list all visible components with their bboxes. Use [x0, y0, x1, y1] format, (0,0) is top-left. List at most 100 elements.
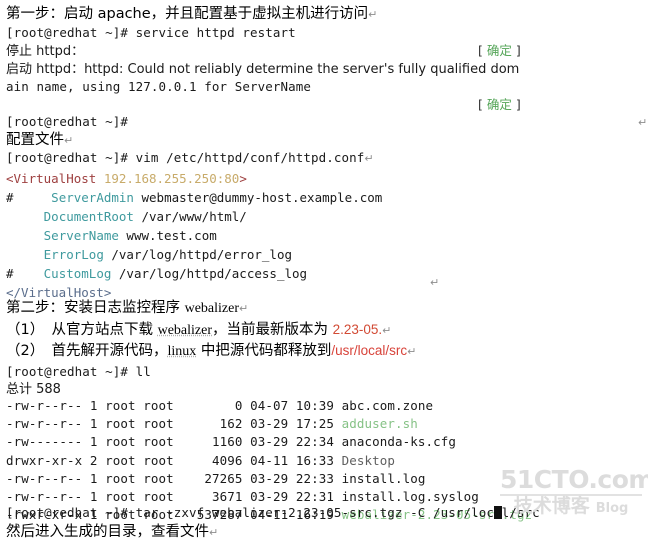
- file-link-count: 1: [82, 489, 98, 504]
- file-time: 17:25: [288, 416, 334, 432]
- table-row: drwxr-xr-x 2 root root 4096 04-11 16:33 …: [6, 452, 395, 468]
- vim-directive: DocumentRoot: [43, 209, 134, 224]
- file-name: install.log: [333, 470, 426, 486]
- file-owner: root: [97, 434, 136, 450]
- vim-value: www.test.com: [118, 228, 217, 243]
- file-owner: root: [97, 416, 136, 432]
- vim-comment-hash: [6, 228, 14, 243]
- file-group: root: [135, 434, 174, 450]
- bracket-close: ]: [511, 97, 521, 112]
- list-item-2-term: linux: [167, 344, 197, 359]
- terminal-prompt-bare: [root@redhat ~]#: [6, 114, 129, 129]
- vim-comment-hash: #: [6, 190, 14, 205]
- file-name: anaconda-ks.cfg: [333, 434, 456, 450]
- file-time: 22:34: [288, 434, 334, 450]
- file-link-count: 1: [82, 434, 98, 450]
- vim-directive: CustomLog: [43, 266, 112, 281]
- vim-tag-close: </VirtualHost>: [6, 285, 112, 300]
- file-size: 0: [173, 398, 243, 413]
- bracket-open: [: [478, 97, 487, 112]
- file-owner: root: [97, 452, 136, 468]
- file-name: Desktop: [333, 452, 395, 468]
- list-item-2-middle: 中把源代码都释放到: [196, 343, 332, 359]
- watermark-site: 51CTO.com: [500, 465, 648, 494]
- vim-line-virtualhost-open: <VirtualHost 192.168.255.250:80>: [6, 171, 247, 186]
- file-date: 03-29: [242, 470, 289, 486]
- vim-line-servername: ServerName www.test.com: [6, 228, 217, 243]
- list-item-1: （1） 从官方站点下载 webalizer，当前最新版本为 2.23-05.↵: [6, 323, 391, 338]
- vim-comment-hash: #: [6, 266, 14, 281]
- vim-tag-open-tail: >: [239, 171, 247, 186]
- terminal-line-start-httpd-wrap: ain name, using 127.0.0.1 for ServerName: [6, 79, 312, 94]
- watermark-divider: [500, 494, 642, 496]
- vim-comment-hash: [6, 209, 14, 224]
- status-badge-label: 确定: [486, 43, 512, 58]
- vim-value: /var/log/httpd/error_log: [103, 247, 293, 262]
- vim-indent: [14, 266, 44, 281]
- list-item-2-path: /usr/local/src: [331, 343, 408, 358]
- list-item-2: （2） 首先解开源代码，linux 中把源代码都释放到/usr/local/sr…: [6, 344, 416, 359]
- file-name: install.log.syslog: [333, 489, 479, 504]
- list-item-1-prefix: （1） 从官方站点下载: [6, 322, 158, 338]
- return-mark-icon: ↵: [64, 134, 74, 147]
- return-mark-icon: ↵: [368, 8, 378, 21]
- return-mark-icon: ↵: [430, 276, 440, 289]
- heading-step-1: 第一步：启动 apache，并且配置基于虚拟主机进行访问↵: [6, 7, 377, 22]
- file-size: 1160: [173, 434, 243, 450]
- return-mark-icon: ↵: [407, 345, 417, 358]
- vim-line-virtualhost-close: </VirtualHost>: [6, 285, 112, 300]
- vim-indent: [14, 247, 44, 262]
- heading-step-2-prefix: 第二步：安装日志监控程序: [6, 300, 185, 316]
- table-row: -rw-r--r-- 1 root root 3671 03-29 22:31 …: [6, 489, 479, 504]
- file-time: 22:33: [288, 470, 334, 486]
- file-group: root: [135, 470, 174, 486]
- file-date: 04-11: [242, 452, 289, 468]
- vim-directive: ServerAdmin: [51, 190, 134, 205]
- file-group: root: [135, 452, 174, 468]
- vim-address: 192.168.255.250:80: [103, 171, 240, 186]
- file-time: 22:31: [288, 489, 334, 504]
- return-mark-icon: ↵: [364, 152, 374, 165]
- terminal-line-stop-httpd: 停止 httpd：: [6, 44, 85, 59]
- file-date: 03-29: [242, 489, 289, 504]
- return-mark-icon: ↵: [209, 526, 219, 539]
- file-name: adduser.sh: [333, 416, 418, 432]
- file-size: 3671: [173, 489, 243, 504]
- list-item-2-prefix: （2） 首先解开源代码，: [6, 343, 168, 359]
- label-config-file-text: 配置文件: [6, 132, 64, 148]
- vim-tag-open: <VirtualHost: [6, 171, 104, 186]
- terminal-command-tar: [root@redhat ~]# tar -zxvf webalizer-2.2…: [6, 505, 540, 520]
- terminal-command-vim-text: [root@redhat ~]# vim /etc/httpd/conf/htt…: [6, 150, 365, 165]
- vim-line-serveradmin: # ServerAdmin webmaster@dummy-host.examp…: [6, 190, 383, 205]
- status-badge-ok-stop: [ 确定 ]: [478, 43, 521, 58]
- list-item-1-version: 2.23-05.: [332, 322, 383, 337]
- terminal-command-service-restart: [root@redhat ~]# service httpd restart: [6, 25, 296, 40]
- file-group: root: [135, 489, 174, 504]
- file-link-count: 1: [82, 398, 98, 413]
- vim-indent: [14, 228, 44, 243]
- file-date: 03-29: [242, 416, 289, 432]
- file-size: 27265: [173, 470, 243, 486]
- vim-line-documentroot: DocumentRoot /var/www/html/: [6, 209, 247, 224]
- terminal-command-vim-httpd-conf: [root@redhat ~]# vim /etc/httpd/conf/htt…: [6, 150, 374, 165]
- vim-line-customlog: # CustomLog /var/log/httpd/access_log: [6, 266, 308, 281]
- file-owner: root: [97, 489, 136, 504]
- file-name: abc.com.zone: [333, 398, 434, 413]
- return-mark-icon: ↵: [239, 302, 249, 315]
- heading-step-1-text: 第一步：启动 apache，并且配置基于虚拟主机进行访问: [6, 6, 369, 22]
- list-item-1-term: webalizer: [157, 323, 213, 338]
- vim-value: webmaster@dummy-host.example.com: [133, 190, 383, 205]
- file-group: root: [135, 398, 174, 413]
- closing-line-text: 然后进入生成的目录，查看文件: [6, 524, 209, 540]
- file-link-count: 2: [82, 452, 98, 468]
- list-item-1-middle: ，当前最新版本为: [212, 322, 333, 338]
- status-badge-ok-start: [ 确定 ]: [478, 97, 521, 112]
- label-config-file: 配置文件↵: [6, 133, 73, 148]
- table-row: -rw-r--r-- 1 root root 27265 03-29 22:33…: [6, 470, 426, 486]
- vim-value: /var/log/httpd/access_log: [111, 266, 308, 281]
- file-owner: root: [97, 398, 136, 413]
- vim-line-errorlog: ErrorLog /var/log/httpd/error_log: [6, 247, 293, 262]
- screenshot-canvas: 第一步：启动 apache，并且配置基于虚拟主机进行访问↵ [root@redh…: [0, 0, 648, 540]
- file-permissions: -rw-r--r--: [6, 416, 83, 432]
- return-mark-icon: ↵: [382, 324, 392, 337]
